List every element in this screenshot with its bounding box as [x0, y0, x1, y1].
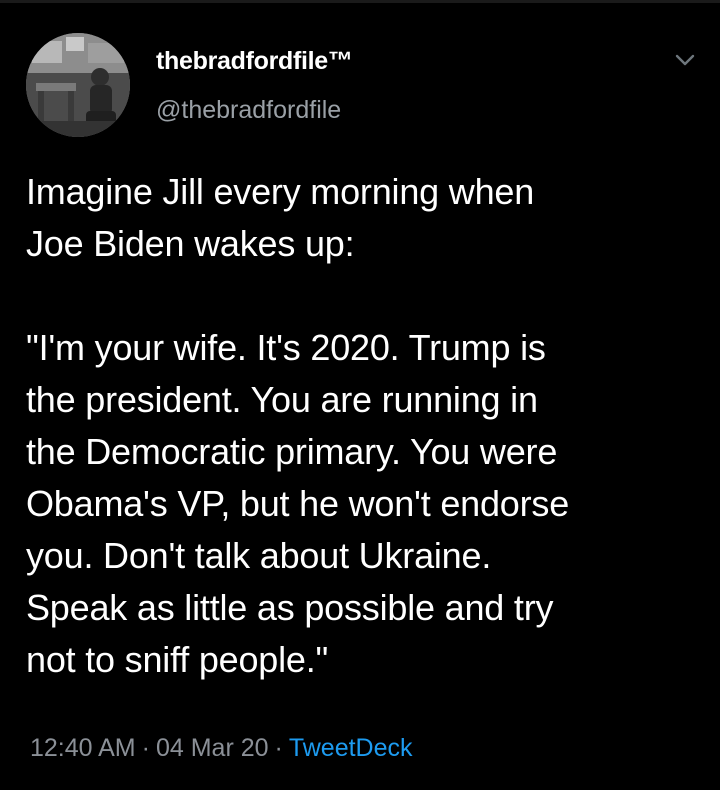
tweet-card: thebradfordfile™ @thebradfordfile Imagin… [0, 0, 720, 790]
tweet-time[interactable]: 12:40 AM [30, 734, 136, 762]
user-handle[interactable]: @thebradfordfile [156, 96, 341, 125]
tweet-metadata: 12:40 AM · 04 Mar 20 · TweetDeck [30, 734, 413, 763]
meta-separator: · [141, 734, 150, 762]
avatar[interactable] [26, 33, 130, 137]
tweet-body: Imagine Jill every morning when Joe Bide… [26, 166, 706, 686]
chevron-down-icon[interactable] [674, 50, 696, 70]
display-name[interactable]: thebradfordfile™ [156, 47, 353, 76]
tweet-date[interactable]: 04 Mar 20 [156, 734, 269, 762]
tweet-source-link[interactable]: TweetDeck [289, 734, 413, 762]
meta-separator: · [274, 734, 283, 762]
avatar-photo [26, 33, 130, 137]
tweet-paragraph: "I'm your wife. It's 2020. Trump is the … [26, 327, 570, 680]
tweet-paragraph: Imagine Jill every morning when Joe Bide… [26, 171, 535, 264]
